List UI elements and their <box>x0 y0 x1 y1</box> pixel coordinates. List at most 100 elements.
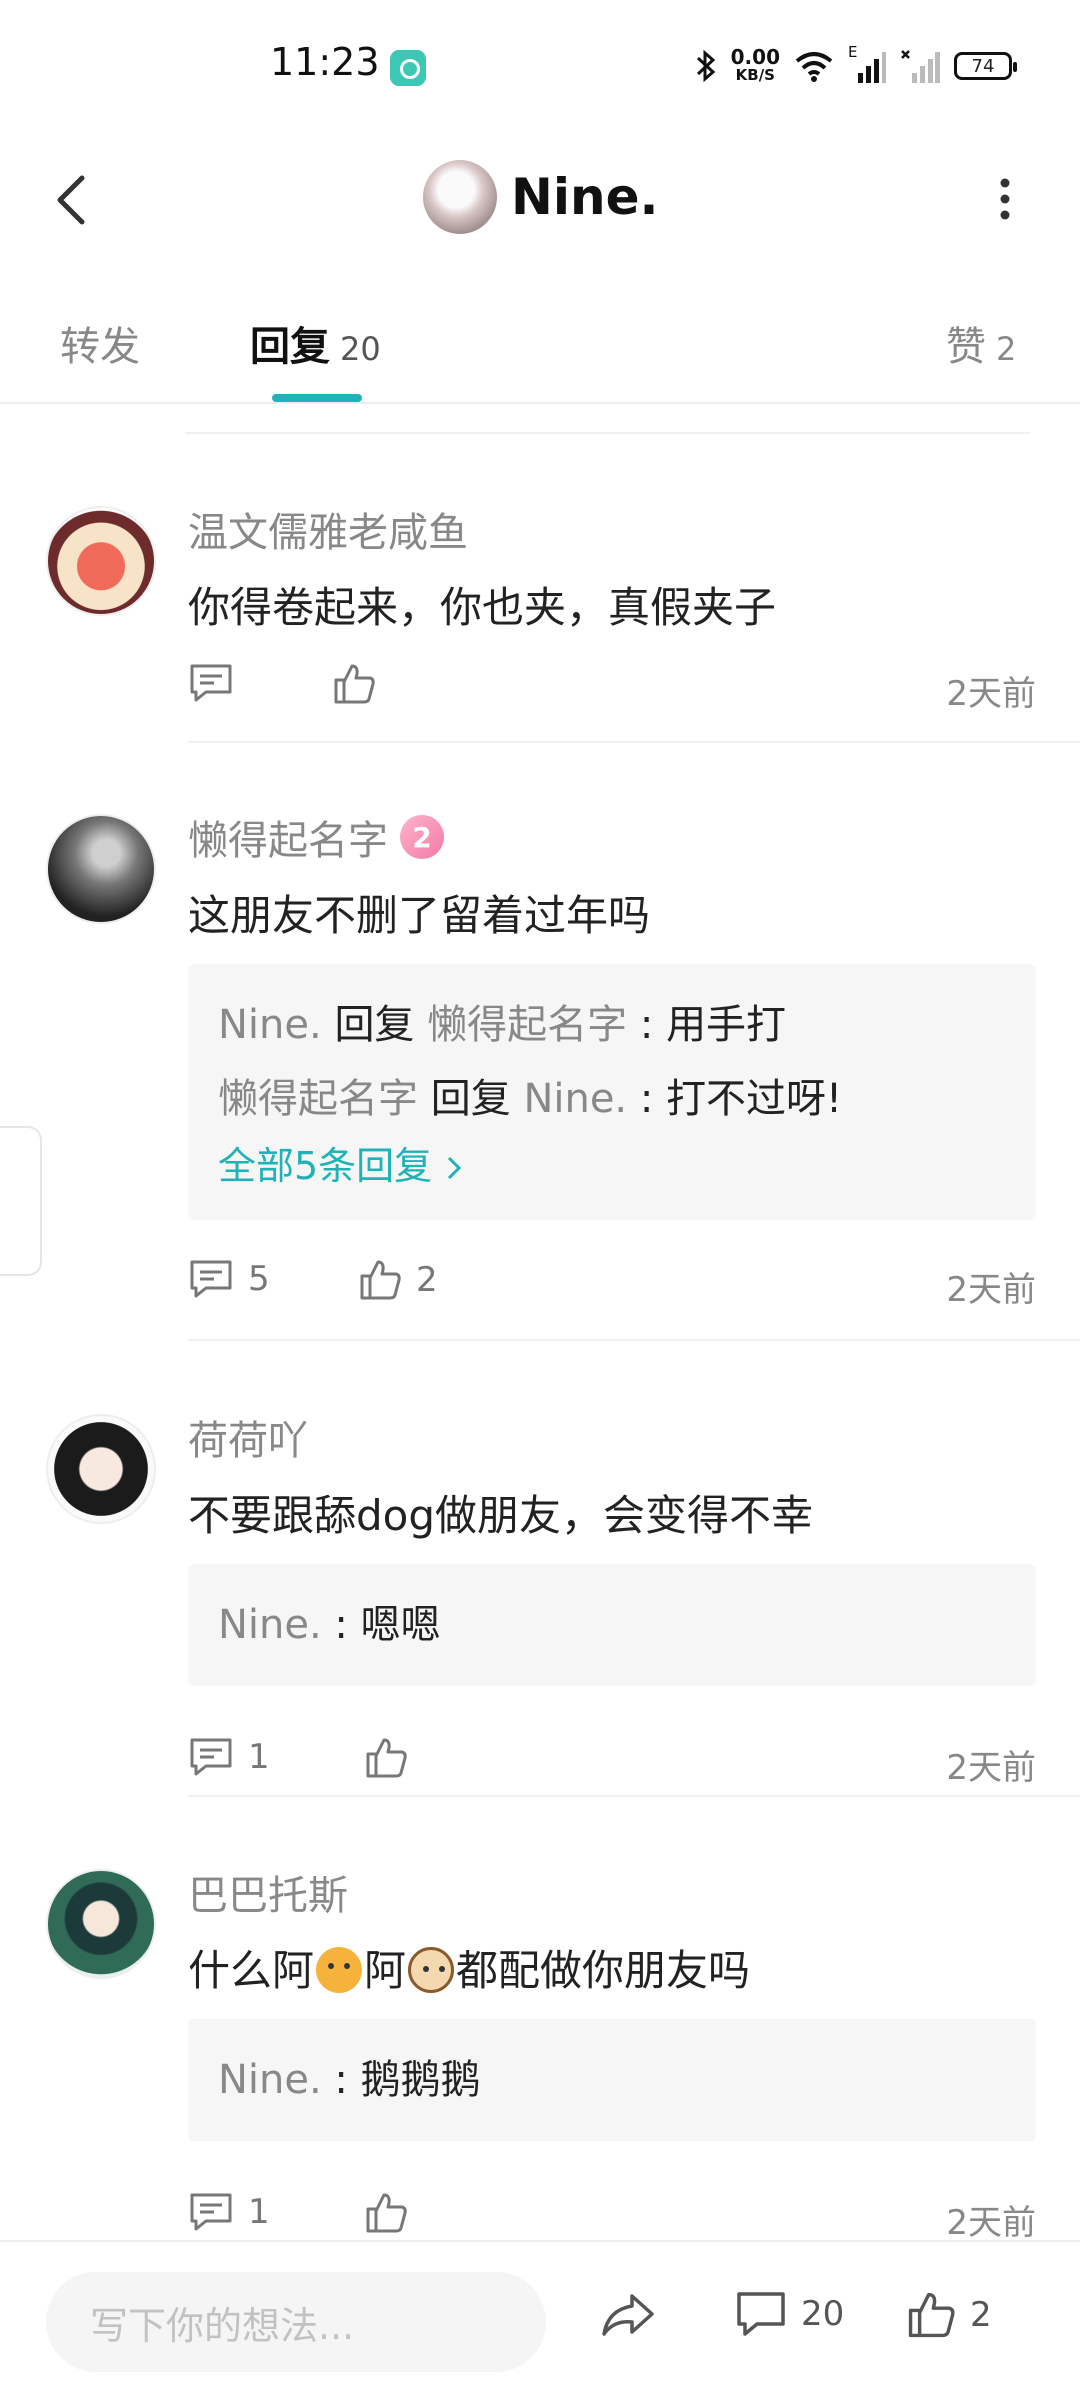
comment-text-part: 阿 <box>364 1946 407 1995</box>
avatar[interactable] <box>46 1414 156 1524</box>
comment-time: 2天前 <box>946 674 1036 714</box>
comment-username[interactable]: 懒得起名字 2 <box>188 808 444 866</box>
chevron-left-icon <box>57 175 85 225</box>
reply-preview-box[interactable]: Nine. 回复 懒得起名字 : 用手打 懒得起名字 回复 Nine. : 打不… <box>188 964 1036 1220</box>
reply-from[interactable]: Nine. <box>218 1602 322 1648</box>
view-all-replies-label: 全部5条回复 <box>218 1144 433 1188</box>
like-button[interactable] <box>364 1736 408 1780</box>
comments-button[interactable]: 20 <box>735 2290 844 2338</box>
comment-icon <box>190 664 232 702</box>
comment-icon <box>190 1260 232 1298</box>
comment-text[interactable]: 不要跟舔dog做朋友，会变得不幸 <box>188 1482 813 1543</box>
tab-replies-count: 20 <box>340 330 381 368</box>
network-speed-unit: KB/S <box>735 66 775 84</box>
reply-from[interactable]: Nine. <box>218 1002 322 1048</box>
reply-preview-box[interactable]: Nine. : 嗯嗯 <box>188 1564 1036 1686</box>
reply-text: 鹅鹅鹅 <box>360 2057 481 2103</box>
thumbs-up-icon <box>366 2193 407 2233</box>
reply-preview-box[interactable]: Nine. : 鹅鹅鹅 <box>188 2019 1036 2141</box>
tab-repost[interactable]: 转发 <box>60 314 140 372</box>
share-button[interactable] <box>600 2290 656 2340</box>
reply-text: 打不过呀! <box>666 1076 843 1122</box>
divider <box>188 741 1080 743</box>
tab-likes-label: 赞 <box>946 324 986 370</box>
like-button[interactable] <box>364 2191 408 2235</box>
reply-text: 嗯嗯 <box>360 1602 441 1648</box>
comment-actions: 1 2天前 <box>188 1736 1036 1788</box>
divider <box>185 432 1030 434</box>
reply-line: Nine. : 嗯嗯 <box>218 1588 1006 1662</box>
wifi-icon <box>795 52 833 82</box>
comment-icon <box>737 2292 785 2336</box>
reply-to[interactable]: Nine. <box>523 1076 627 1122</box>
reply-separator: : <box>321 1602 361 1648</box>
tab-likes-count: 2 <box>996 330 1017 368</box>
tab-likes[interactable]: 赞 2 <box>946 314 1016 372</box>
like-button[interactable]: 2 <box>358 1258 438 1302</box>
comment-icon <box>190 1738 232 1776</box>
reply-button[interactable] <box>188 662 234 704</box>
reply-button[interactable]: 1 <box>188 1736 270 1778</box>
comment-username[interactable]: 温文儒雅老咸鱼 <box>188 500 468 558</box>
like-count: 2 <box>416 1260 438 1300</box>
comment-time: 2天前 <box>946 1748 1036 1788</box>
tab-active-indicator <box>272 394 362 402</box>
level-badge: 2 <box>400 815 444 859</box>
thumbs-up-icon <box>360 1260 401 1300</box>
comment-actions: 5 2 2天前 <box>188 1258 1036 1310</box>
more-options-button[interactable] <box>990 174 1020 224</box>
more-vertical-icon <box>1000 178 1010 220</box>
tab-bar: 转发 回复 20 赞 2 <box>0 290 1080 404</box>
share-icon <box>602 2294 654 2336</box>
page-title: Nine. <box>511 168 659 226</box>
avatar[interactable] <box>46 506 156 616</box>
reply-from[interactable]: 懒得起名字 <box>218 1076 418 1122</box>
comment-input[interactable]: 写下你的想法... <box>46 2272 546 2372</box>
comment-username[interactable]: 巴巴托斯 <box>188 1863 348 1921</box>
comment-text[interactable]: 你得卷起来，你也夹，真假夹子 <box>188 574 776 635</box>
avatar[interactable] <box>46 1869 156 1979</box>
status-icons: 0.00 KB/S E 74 <box>695 43 1017 88</box>
reply-count: 5 <box>248 1259 270 1299</box>
reply-from[interactable]: Nine. <box>218 2057 322 2103</box>
view-all-replies-link[interactable]: 全部5条回复 <box>218 1136 1006 1196</box>
app-notification-icon <box>390 50 426 86</box>
reply-verb: 回复 <box>334 1002 415 1048</box>
comment-username[interactable]: 荷荷吖 <box>188 1408 308 1466</box>
reply-button[interactable]: 1 <box>188 2191 270 2233</box>
comment-username-text: 荷荷吖 <box>188 1418 308 1464</box>
reply-count: 1 <box>248 1737 270 1777</box>
comment-actions: 2天前 <box>188 662 1036 714</box>
like-button[interactable] <box>332 662 376 706</box>
reply-verb: 回复 <box>430 1076 511 1122</box>
comment-icon <box>190 2193 232 2231</box>
reply-line: Nine. 回复 懒得起名字 : 用手打 <box>218 988 1006 1062</box>
comment-text[interactable]: 什么阿阿都配做你朋友吗 <box>188 1937 750 1998</box>
reply-to[interactable]: 懒得起名字 <box>427 1002 627 1048</box>
tab-repost-label: 转发 <box>60 324 140 370</box>
tab-replies[interactable]: 回复 20 <box>250 314 381 372</box>
tab-replies-label: 回复 <box>250 324 330 370</box>
reply-button[interactable]: 5 <box>188 1258 270 1300</box>
status-bar: 11:23 0.00 KB/S E 74 <box>0 0 1080 134</box>
title-avatar[interactable] <box>423 160 497 234</box>
reply-text: 用手打 <box>666 1002 787 1048</box>
cellular-signal-2-icon <box>901 50 940 83</box>
cat-emoji-icon <box>316 1947 363 1993</box>
cellular-signal-1: E <box>848 43 886 83</box>
comment-text-part: 什么阿 <box>188 1946 315 1995</box>
bottom-action-bar: 写下你的想法... 20 2 <box>0 2240 1080 2400</box>
reply-line: Nine. : 鹅鹅鹅 <box>218 2043 1006 2117</box>
comment-username-text: 巴巴托斯 <box>188 1873 348 1919</box>
avatar[interactable] <box>46 814 156 924</box>
network-speed: 0.00 KB/S <box>731 47 780 84</box>
dog-emoji-icon <box>408 1947 455 1993</box>
like-button[interactable]: 2 <box>906 2290 992 2340</box>
side-drawer-handle[interactable] <box>0 1126 42 1276</box>
status-time: 11:23 <box>270 40 380 84</box>
title-user[interactable]: Nine. <box>423 160 659 234</box>
comment-text[interactable]: 这朋友不删了留着过年吗 <box>188 882 650 943</box>
divider <box>188 1339 1080 1341</box>
back-button[interactable] <box>44 164 104 234</box>
reply-count: 1 <box>248 2192 270 2232</box>
